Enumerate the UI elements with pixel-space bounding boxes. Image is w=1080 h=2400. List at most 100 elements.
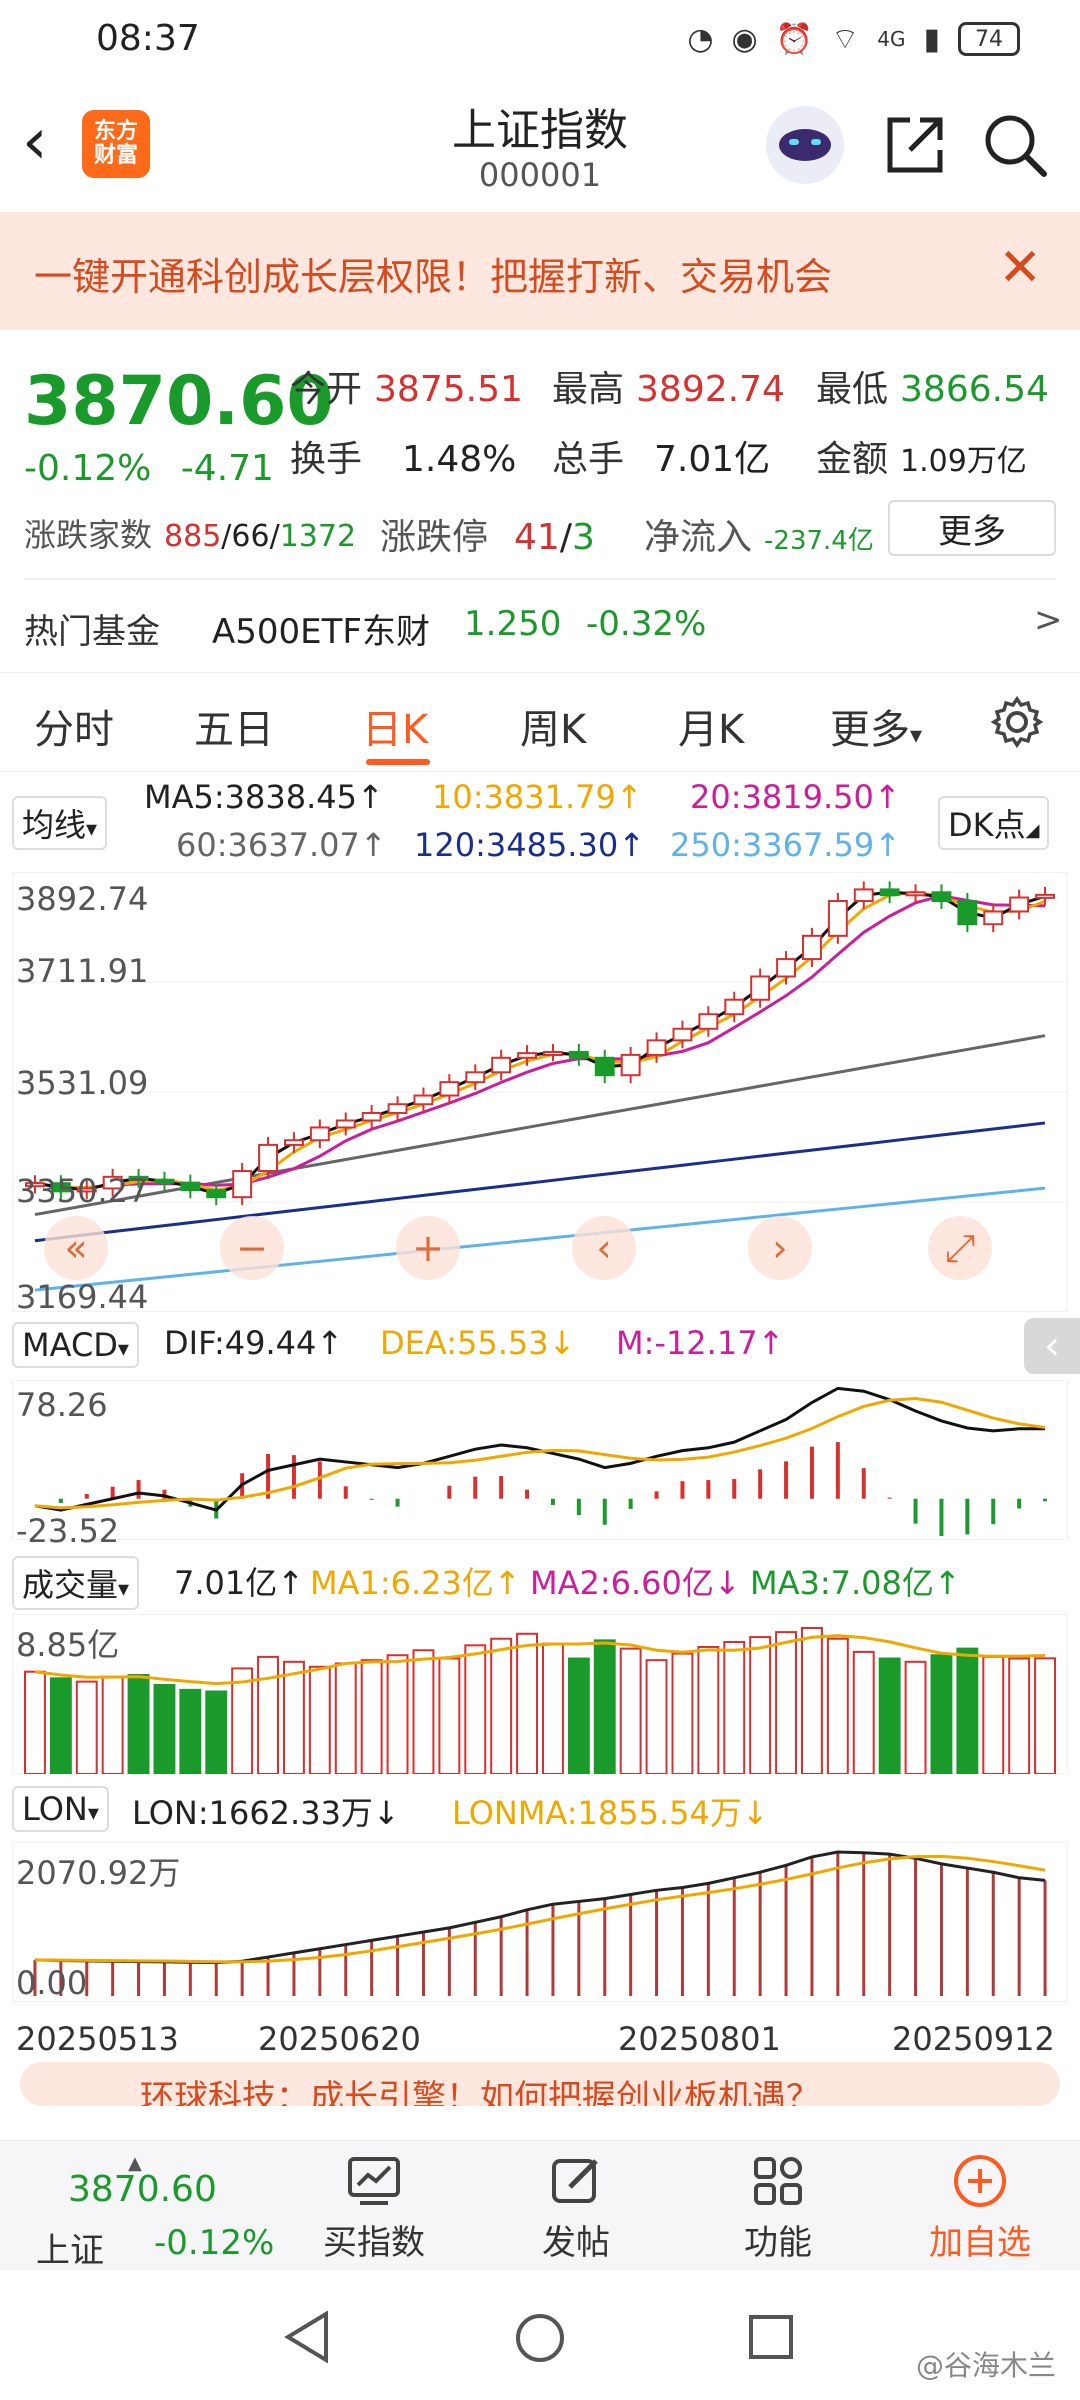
lon-value: LON:1662.33万↓ <box>132 1794 400 1832</box>
tab-daily-k[interactable]: 日K <box>362 697 428 755</box>
macd-axis-top: 78.26 <box>16 1386 108 1424</box>
gear-icon[interactable] <box>990 695 1044 749</box>
breadth-label: 涨跌家数 <box>24 516 153 554</box>
turnover-value: 1.48% <box>402 439 517 480</box>
limit-sep: / <box>559 517 572 558</box>
volume-bar <box>956 1647 979 1774</box>
volume-bar <box>386 1654 409 1774</box>
fund-price: 1.250 <box>464 604 562 644</box>
dk-point-button[interactable]: DK点◢ <box>938 796 1050 850</box>
lonma-line <box>34 1854 1046 1964</box>
macd-m: M:-12.17↑ <box>616 1324 785 1362</box>
open-value: 3875.51 <box>374 369 523 410</box>
turnover-label: 换手 <box>290 439 363 480</box>
zoom-in-icon[interactable]: + <box>396 1216 460 1280</box>
add-watchlist-button[interactable]: 加自选 <box>900 2153 1060 2264</box>
volume-bar <box>852 1650 875 1774</box>
volume-bar <box>516 1632 539 1774</box>
functions-button[interactable]: 功能 <box>698 2153 858 2264</box>
speed-icon: ◔ <box>687 21 714 57</box>
zoom-out-icon[interactable]: − <box>220 1216 284 1280</box>
macd-dea-line <box>34 1397 1046 1510</box>
nav-home-icon[interactable] <box>512 2310 568 2366</box>
scroll-left-fast-icon[interactable]: « <box>44 1216 108 1280</box>
candle-body <box>517 1052 538 1059</box>
post-button[interactable]: 发帖 <box>496 2153 656 2264</box>
chart-tabs: 分时 五日 日K 周K 月K 更多▾ <box>0 672 1080 772</box>
tab-monthly-k[interactable]: 月K <box>678 697 744 755</box>
buy-index-button[interactable]: 买指数 <box>294 2153 454 2264</box>
candle-body <box>905 891 926 897</box>
candle-body <box>853 888 874 903</box>
promo-banner[interactable]: 一键开通科创成长层权限！把握打新、交易机会 ✕ <box>0 212 1080 330</box>
inflow-label: 净流入 <box>644 517 753 558</box>
search-icon[interactable] <box>980 110 1050 180</box>
volume-bar <box>593 1639 616 1774</box>
volume-bar <box>283 1660 305 1774</box>
nav-recents-icon[interactable] <box>746 2312 796 2362</box>
fullscreen-icon[interactable]: ⤢ <box>928 1216 992 1280</box>
ma10-line <box>34 890 1046 1192</box>
hot-fund-row[interactable]: 热门基金 A500ETF东财 1.250 -0.32% > <box>0 586 1080 662</box>
more-button[interactable]: 更多 <box>888 500 1056 556</box>
ma20-legend: 20:3819.50↑ <box>690 778 901 816</box>
change-absolute: -4.71 <box>180 448 274 489</box>
ma250-line <box>34 1186 1046 1292</box>
lonma-value: LONMA:1855.54万↓ <box>452 1794 769 1832</box>
caret-down-icon: ▾ <box>87 1801 99 1826</box>
price-chart[interactable] <box>12 872 1068 1312</box>
low-value: 3866.54 <box>900 369 1049 410</box>
nav-back-icon[interactable] <box>282 2310 332 2364</box>
watermark: @谷海木兰 <box>915 2349 1056 2382</box>
breadth-flat: 66 <box>231 519 270 554</box>
share-icon[interactable] <box>880 110 950 180</box>
volume-bar <box>878 1657 901 1774</box>
candle-body <box>1009 896 1030 913</box>
volume-chart[interactable] <box>12 1614 1068 1774</box>
system-nav-bar: @谷海木兰 <box>0 2270 1080 2400</box>
scroll-right-icon[interactable]: › <box>748 1216 812 1280</box>
close-icon[interactable]: ✕ <box>998 238 1042 298</box>
volume-selector[interactable]: 成交量▾ <box>12 1556 140 1610</box>
ma250-legend: 250:3367.59↑ <box>670 826 901 864</box>
candle-body <box>232 1170 253 1199</box>
divider <box>24 578 1056 580</box>
chart-board-icon <box>348 2157 400 2205</box>
promo-text: 一键开通科创成长层权限！把握打新、交易机会 <box>34 255 833 299</box>
ma-selector[interactable]: 均线▾ <box>12 796 108 850</box>
candle-body <box>387 1103 408 1114</box>
macd-dif: DIF:49.44↑ <box>164 1324 344 1362</box>
news-ticker[interactable]: 环球科技：成长引擎！如何把握创业板机遇？ <box>20 2062 1060 2106</box>
volume-value: 7.01亿↑ <box>174 1564 305 1602</box>
candle-body <box>180 1181 201 1192</box>
scroll-left-icon[interactable]: ‹ <box>572 1216 636 1280</box>
total-volume: 总手 7.01亿 <box>552 430 770 482</box>
macd-chart[interactable] <box>12 1380 1068 1540</box>
volume-bar <box>567 1657 590 1774</box>
wifi-icon: ⌔ <box>831 22 860 57</box>
chevron-right-icon[interactable]: > <box>1034 600 1063 640</box>
breadth-down: 1372 <box>279 519 357 554</box>
macd-selector[interactable]: MACD▾ <box>12 1322 139 1368</box>
lon-selector[interactable]: LON▾ <box>12 1786 109 1832</box>
tab-weekly-k[interactable]: 周K <box>520 697 586 755</box>
lon-axis-top: 2070.92万 <box>16 1854 181 1892</box>
collapse-panel-icon[interactable]: ‹ <box>1024 1318 1080 1374</box>
assistant-avatar-icon[interactable] <box>766 106 844 184</box>
mini-price: 3870.60 <box>68 2169 217 2210</box>
price-axis-3: 3531.09 <box>16 1064 149 1102</box>
fund-name[interactable]: A500ETF东财 <box>212 604 430 653</box>
ma10-legend: 10:3831.79↑ <box>432 778 643 816</box>
candle-body <box>206 1189 227 1199</box>
volume-bar <box>723 1641 746 1774</box>
volume-bar <box>619 1647 642 1774</box>
tab-five-day[interactable]: 五日 <box>194 697 274 755</box>
app-header: ‹ 东方财富 上证指数 000001 <box>0 80 1080 210</box>
buy-index-label: 买指数 <box>323 2223 425 2263</box>
fund-label: 热门基金 <box>24 612 160 652</box>
candle-body <box>568 1050 589 1059</box>
tab-more[interactable]: 更多▾ <box>830 697 922 755</box>
tab-timeshare[interactable]: 分时 <box>34 697 114 755</box>
ma5-line <box>34 890 1046 1196</box>
candle-body <box>543 1050 563 1056</box>
